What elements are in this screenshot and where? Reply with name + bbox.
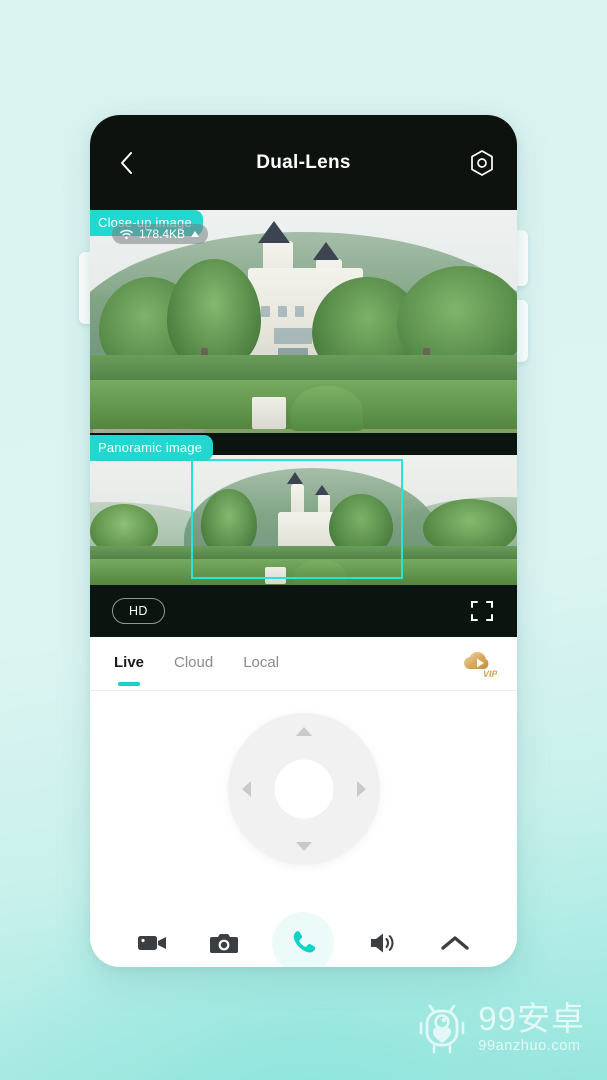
quality-button[interactable]: HD (112, 598, 165, 624)
arrow-right-icon[interactable] (356, 781, 366, 797)
ptz-control-area (90, 691, 517, 887)
video-camera-icon (137, 936, 166, 950)
fullscreen-button[interactable] (469, 598, 495, 624)
watermark-subtitle: 99anzhuo.com (478, 1037, 581, 1054)
tab-live[interactable]: Live (114, 654, 144, 674)
speaker-icon (371, 933, 394, 953)
speaker-button[interactable] (360, 920, 406, 966)
watermark: 99安卓 99anzhuo.com (417, 998, 585, 1058)
arrow-left-icon[interactable] (241, 781, 251, 797)
video-toolbar: HD (90, 585, 517, 637)
back-button[interactable] (108, 145, 144, 181)
network-usage-badge: 178.4KB (112, 224, 209, 244)
expand-button[interactable] (432, 920, 478, 966)
closeup-view[interactable]: 178.4KB (90, 210, 517, 433)
screen: Dual-Lens Close-up image 178.4KB Panoram… (0, 0, 607, 1080)
record-button[interactable] (129, 920, 175, 966)
chevron-up-icon (441, 936, 469, 950)
panoramic-view[interactable] (90, 455, 517, 585)
up-triangle-icon (191, 231, 200, 237)
camera-icon (209, 933, 238, 953)
phone-frame: Dual-Lens Close-up image 178.4KB Panoram… (90, 115, 517, 967)
hex-settings-icon (471, 149, 493, 176)
watermark-title: 99安卓 (478, 1000, 585, 1038)
cloud-vip-icon: VIP (464, 651, 499, 679)
arrow-up-icon[interactable] (295, 727, 312, 736)
chevron-left-icon (121, 151, 132, 174)
tab-bar: Live Cloud Local VIP (90, 637, 517, 691)
android-robot-icon (419, 1004, 465, 1054)
settings-button[interactable] (465, 146, 499, 180)
page-title: Dual-Lens (256, 151, 351, 173)
fullscreen-icon (471, 601, 493, 621)
tab-local[interactable]: Local (243, 654, 279, 674)
arrow-down-icon[interactable] (295, 842, 312, 851)
video-zone: Close-up image 178.4KB Panoramic image H… (90, 210, 517, 637)
watermark-text: 99安卓 99anzhuo.com (478, 1002, 585, 1054)
app-header: Dual-Lens (90, 115, 517, 210)
cloud-vip-button[interactable]: VIP (459, 647, 499, 681)
control-bar (90, 887, 517, 967)
network-usage-value: 178.4KB (139, 227, 186, 241)
panorama-selection-box[interactable] (191, 459, 403, 579)
talk-button[interactable] (272, 912, 335, 967)
snapshot-button[interactable] (201, 920, 247, 966)
panoramic-label: Panoramic image (90, 435, 214, 461)
svg-text:VIP: VIP (483, 669, 497, 679)
tab-cloud[interactable]: Cloud (174, 654, 213, 674)
dpad-center-button[interactable] (274, 759, 333, 819)
wifi-icon (120, 229, 133, 239)
phone-icon (294, 931, 316, 953)
ptz-dpad[interactable] (227, 713, 380, 865)
